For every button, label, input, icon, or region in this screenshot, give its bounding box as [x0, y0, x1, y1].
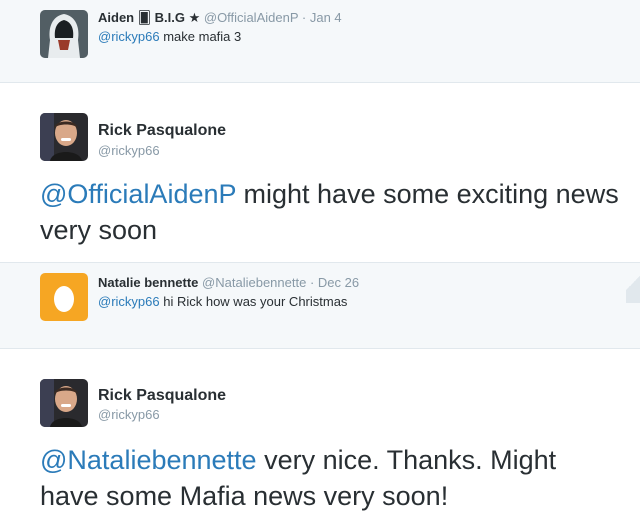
scroll-indicator	[626, 263, 640, 303]
tweet-expanded-rick-1[interactable]: Rick Pasqualone @rickyp66 @OfficialAiden…	[0, 83, 640, 261]
mention-link[interactable]: @rickyp66	[98, 29, 160, 44]
tweet-reply-natalie[interactable]: Natalie bennette @Nataliebennette · Dec …	[0, 263, 640, 348]
tweet-text: @rickyp66 make mafia 3	[98, 28, 241, 45]
author-handle[interactable]: @rickyp66	[98, 143, 160, 159]
tweet-body: hi Rick how was your Christmas	[159, 294, 348, 309]
mention-link[interactable]: @OfficialAidenP	[40, 179, 236, 209]
author-name[interactable]: Natalie bennette	[98, 275, 198, 290]
man-portrait-avatar-icon[interactable]	[40, 113, 88, 161]
mention-link[interactable]: @Nataliebennette	[40, 445, 257, 475]
tweet-text: @Nataliebennette very nice. Thanks. Migh…	[40, 442, 620, 514]
tweet-thread: Aiden 🂠 B.I.G ★ @OfficialAidenP · Jan 4 …	[0, 0, 640, 521]
separator-dot: ·	[301, 10, 307, 25]
tweet-expanded-rick-2[interactable]: Rick Pasqualone @rickyp66 @Nataliebennet…	[0, 349, 640, 521]
tweet-reply-aiden[interactable]: Aiden 🂠 B.I.G ★ @OfficialAidenP · Jan 4 …	[0, 0, 640, 82]
tweet-date[interactable]: Jan 4	[310, 10, 342, 25]
mention-link[interactable]: @rickyp66	[98, 294, 160, 309]
man-portrait-avatar-icon[interactable]	[40, 379, 88, 427]
tweet-header: Aiden 🂠 B.I.G ★ @OfficialAidenP · Jan 4	[98, 9, 342, 26]
author-name[interactable]: Aiden 🂠 B.I.G ★	[98, 10, 200, 25]
tweet-date[interactable]: Dec 26	[318, 275, 359, 290]
separator-dot: ·	[309, 275, 315, 290]
tweet-text: @rickyp66 hi Rick how was your Christmas	[98, 293, 347, 310]
author-handle[interactable]: @rickyp66	[98, 407, 160, 423]
tweet-header: Natalie bennette @Nataliebennette · Dec …	[98, 274, 359, 291]
author-name[interactable]: Rick Pasqualone	[98, 386, 226, 405]
author-name[interactable]: Rick Pasqualone	[98, 121, 226, 140]
default-egg-avatar-icon[interactable]	[40, 273, 88, 321]
hooded-assassin-avatar-icon[interactable]	[40, 10, 88, 58]
tweet-text: @OfficialAidenP might have some exciting…	[40, 176, 620, 248]
tweet-body: make mafia 3	[159, 29, 242, 44]
author-handle[interactable]: @OfficialAidenP	[204, 10, 298, 25]
author-handle[interactable]: @Nataliebennette	[202, 275, 306, 290]
